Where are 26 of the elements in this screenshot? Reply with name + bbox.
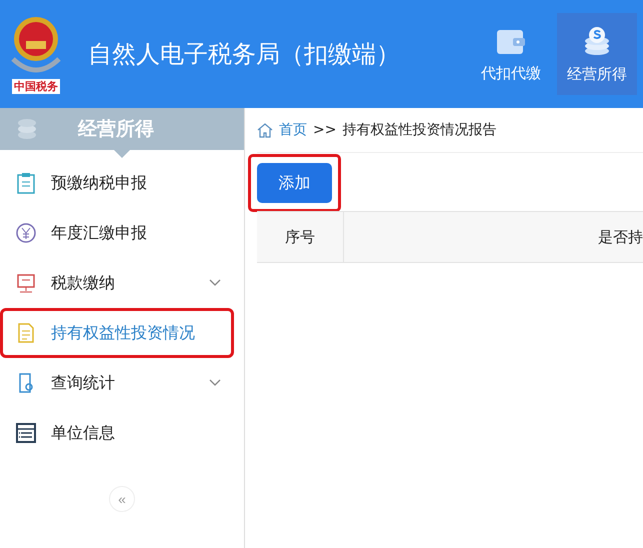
sidebar-item[interactable]: 预缴纳税申报 (0, 158, 234, 208)
sidebar-item[interactable]: 单位信息 (0, 408, 234, 458)
chevron-down-icon (209, 279, 221, 287)
sidebar-item[interactable]: 查询统计 (0, 358, 234, 408)
breadcrumb-current: 持有权益性投资情况报告 (342, 121, 496, 139)
chevron-down-icon (209, 379, 221, 387)
column-header: 序号 (285, 228, 315, 246)
home-link[interactable]: 首页 (279, 121, 307, 139)
yen-icon (15, 222, 37, 244)
column-header: 是否持 (598, 228, 643, 246)
nav-tab[interactable]: 经营所得 (557, 13, 637, 95)
coins-icon (16, 117, 38, 141)
sidebar-item[interactable]: 税款缴纳 (0, 258, 234, 308)
sidebar-title: 经营所得 (78, 117, 154, 142)
app-title: 自然人电子税务局（扣缴端） (88, 39, 401, 70)
list-icon (15, 422, 37, 444)
nav-tab[interactable]: 代扣代缴 (471, 13, 551, 95)
collapse-button[interactable]: « (109, 486, 135, 512)
add-button[interactable]: 添加 (257, 163, 332, 203)
logo-text: 中国税务 (12, 78, 60, 94)
sidebar-item[interactable]: 持有权益性投资情况 (0, 308, 234, 358)
breadcrumb-separator: >> (313, 122, 336, 138)
monitor-icon (15, 272, 37, 294)
sidebar-item[interactable]: 年度汇缴申报 (0, 208, 234, 258)
clipboard-icon (15, 172, 37, 194)
home-icon (257, 122, 273, 138)
